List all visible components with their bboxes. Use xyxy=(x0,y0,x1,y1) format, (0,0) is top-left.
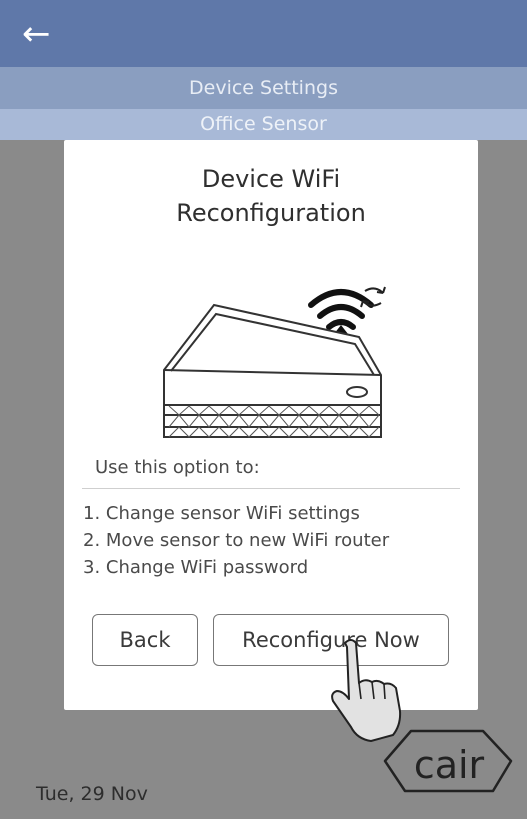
back-arrow-icon[interactable]: ← xyxy=(22,14,62,54)
page-title: Device Settings xyxy=(0,67,527,109)
pointing-hand-icon xyxy=(331,639,402,742)
dialog-title-line1: Device WiFi xyxy=(201,165,341,193)
dialog-title: Device WiFi Reconfiguration xyxy=(64,162,478,230)
list-item: 1. Change sensor WiFi settings xyxy=(83,503,360,524)
sensor-wifi-illustration xyxy=(163,286,386,438)
wifi-icon xyxy=(308,289,374,330)
dialog-title-line2: Reconfiguration xyxy=(176,199,366,227)
list-item: 2. Move sensor to new WiFi router xyxy=(83,530,390,551)
list-item: 3. Change WiFi password xyxy=(83,557,309,578)
device-name: Office Sensor xyxy=(0,109,527,140)
app-bar: ← xyxy=(0,0,527,67)
footer-date: Tue, 29 Nov xyxy=(36,783,148,805)
wifi-reconfig-dialog: Device WiFi Reconfiguration Use this opt… xyxy=(64,140,478,710)
divider xyxy=(82,488,460,489)
options-list: 1. Change sensor WiFi settings 2. Move s… xyxy=(83,500,389,581)
back-button[interactable]: Back xyxy=(92,614,198,666)
intro-text: Use this option to: xyxy=(95,457,260,478)
logo-text: cair xyxy=(414,743,485,787)
